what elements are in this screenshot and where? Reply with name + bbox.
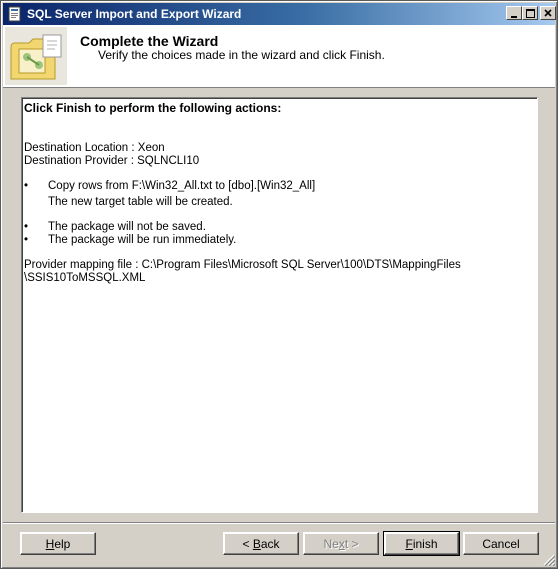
cancel-button[interactable]: Cancel [463, 532, 539, 555]
back-button[interactable]: < Back [223, 532, 299, 555]
close-window-button[interactable] [540, 6, 556, 20]
destination-provider: Destination Provider : SQLNCLI10 [24, 155, 200, 167]
back-label: ack [260, 536, 280, 551]
summary-textbox[interactable]: Click Finish to perform the following ac… [21, 97, 538, 513]
action-text: The package will be run immediately. [48, 234, 237, 246]
cancel-label: Cancel [482, 536, 520, 551]
minimize-window-button[interactable] [506, 6, 522, 20]
summary-content: Click Finish to perform the following ac… [24, 102, 535, 285]
bullet-icon: • [24, 234, 29, 246]
minimize-icon [511, 16, 517, 18]
button-separator [3, 522, 555, 524]
wizard-app-icon [8, 6, 21, 22]
close-icon [544, 9, 552, 17]
next-label: t > [344, 536, 359, 551]
window-title: SQL Server Import and Export Wizard [27, 7, 242, 21]
mapping-file-line2: \SSIS10ToMSSQL.XML [24, 272, 146, 284]
help-label: elp [54, 536, 71, 551]
page-title: Complete the Wizard [80, 33, 219, 49]
finish-button[interactable]: Finish [383, 531, 460, 556]
help-button[interactable]: Help [20, 532, 96, 555]
action-text: The package will not be saved. [48, 221, 206, 233]
action-item: • The package will not be saved. [24, 221, 535, 234]
wizard-banner-image [5, 27, 67, 85]
action-item: • The package will be run immediately. [24, 234, 535, 247]
page-subtitle: Verify the choices made in the wizard an… [98, 48, 385, 62]
back-prefix: < [242, 536, 253, 551]
bullet-icon: • [24, 180, 29, 192]
wizard-window: SQL Server Import and Export Wizard Comp… [0, 0, 558, 569]
resize-grip-icon[interactable] [543, 554, 555, 566]
back-mnemonic: B [252, 536, 261, 551]
action-text: Copy rows from F:\Win32_All.txt to [dbo]… [48, 180, 316, 192]
maximize-icon [525, 8, 535, 18]
maximize-window-button[interactable] [522, 6, 538, 20]
wizard-header: Complete the Wizard Verify the choices m… [3, 25, 555, 88]
finish-label: inish [412, 536, 438, 551]
title-bar[interactable]: SQL Server Import and Export Wizard [3, 3, 555, 25]
mapping-file-line1: Provider mapping file : C:\Program Files… [24, 259, 461, 271]
summary-heading: Click Finish to perform the following ac… [24, 101, 282, 115]
action-subtext: The new target table will be created. [48, 196, 233, 208]
action-item: • Copy rows from F:\Win32_All.txt to [db… [24, 180, 535, 193]
destination-location: Destination Location : Xeon [24, 142, 165, 154]
next-button[interactable]: Next > [303, 532, 379, 555]
bullet-icon: • [24, 221, 29, 233]
next-prefix: Ne [323, 536, 339, 551]
finish-mnemonic: F [405, 536, 413, 551]
